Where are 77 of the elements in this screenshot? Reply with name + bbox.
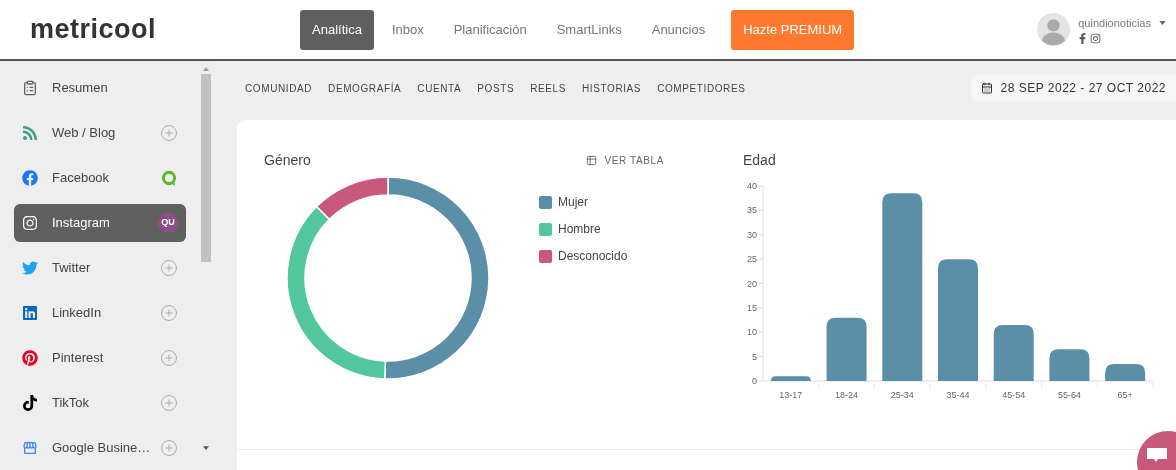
pinterest-icon [22, 350, 38, 366]
scroll-up-icon[interactable] [203, 67, 209, 71]
axis-label: 13-17 [779, 390, 803, 400]
legend-label: Hombre [558, 221, 601, 238]
bar [993, 324, 1034, 381]
nav-tab[interactable]: Anuncios [639, 9, 718, 50]
sidebar-item[interactable]: LinkedIn [14, 294, 186, 332]
legend-label: Desconocido [558, 248, 628, 265]
axis-label: 0 [752, 376, 757, 386]
facebook-icon [22, 170, 38, 186]
axis-label: 35 [747, 205, 757, 216]
sidebar-item[interactable]: Twitter [14, 249, 186, 287]
bar [770, 376, 811, 381]
clipboard-icon [22, 80, 38, 96]
facebook-icon [1078, 33, 1088, 45]
axis-label: 25-34 [890, 390, 914, 400]
bar [1049, 349, 1090, 381]
nav-tab[interactable]: SmartLinks [544, 9, 634, 50]
bar [1105, 363, 1146, 381]
axis-label: 10 [747, 327, 757, 338]
chart-title: Género [264, 151, 311, 170]
add-icon[interactable] [160, 349, 178, 367]
chat-icon [1147, 447, 1167, 463]
calendar-icon [980, 82, 993, 94]
add-icon[interactable] [160, 304, 178, 322]
chart-title: Edad [743, 151, 777, 170]
tiktok-icon [22, 395, 38, 411]
sidebar-item[interactable]: TikTok [14, 384, 186, 422]
section-tab[interactable]: HISTORIAS [582, 80, 642, 96]
add-icon[interactable] [160, 124, 178, 142]
section-tab[interactable]: CUENTA [417, 80, 462, 96]
instagram-icon [1090, 33, 1102, 45]
storefront-icon [22, 440, 38, 456]
sidebar-item[interactable]: Resumen [14, 69, 186, 107]
axis-label: 30 [747, 229, 757, 240]
axis-label: 40 [747, 181, 757, 191]
section-tab[interactable]: DEMOGRAFÍA [328, 80, 402, 96]
section-tab[interactable]: POSTS [477, 80, 515, 96]
logo[interactable]: metricool [30, 9, 300, 50]
scroll-down-icon[interactable] [203, 446, 209, 450]
axis-label: 5 [752, 351, 757, 362]
legend-label: Mujer [558, 194, 588, 211]
account-avatar: QU [158, 213, 178, 233]
view-table-button[interactable]: VER TABLA [585, 153, 664, 168]
avatar-icon[interactable] [1037, 13, 1071, 46]
bar [826, 317, 867, 381]
nav-tab[interactable]: Inbox [379, 9, 436, 50]
axis-label: 18-24 [835, 390, 859, 400]
sidebar-item[interactable]: Google Busine… [14, 429, 186, 467]
axis-label: 55-64 [1057, 390, 1081, 400]
instagram-icon [22, 215, 38, 231]
sidebar-item[interactable]: Instagram QU [14, 204, 186, 242]
sidebar-item[interactable]: Web / Blog [14, 114, 186, 152]
axis-label: 65+ [1117, 390, 1133, 400]
date-range-picker[interactable]: 28 SEP 2022 - 27 OCT 2022 [970, 75, 1176, 101]
caret-icon[interactable] [1159, 21, 1166, 25]
table-icon [585, 155, 597, 166]
add-icon[interactable] [160, 394, 178, 412]
rss-icon [22, 125, 38, 141]
add-icon[interactable] [160, 259, 178, 277]
nav-tab[interactable]: Analítica [300, 9, 374, 50]
sidebar-item[interactable]: Facebook [14, 159, 186, 197]
axis-label: 20 [747, 278, 757, 289]
sidebar-item[interactable]: Pinterest [14, 339, 186, 377]
add-icon[interactable] [160, 439, 178, 457]
axis-label: 15 [747, 302, 757, 313]
axis-label: 35-44 [946, 390, 970, 400]
q-logo-icon [160, 169, 178, 187]
axis-label: 25 [747, 254, 757, 265]
linkedin-icon [22, 305, 38, 321]
section-tab[interactable]: REELS [530, 80, 566, 96]
section-tab[interactable]: COMPETIDORES [657, 80, 746, 96]
nav-tab[interactable]: Planificación [441, 9, 539, 50]
section-tab[interactable]: COMUNIDAD [245, 80, 313, 96]
axis-label: 45-54 [1002, 390, 1026, 400]
account-name[interactable]: quindionoticias [1078, 14, 1151, 32]
twitter-icon [22, 260, 38, 276]
